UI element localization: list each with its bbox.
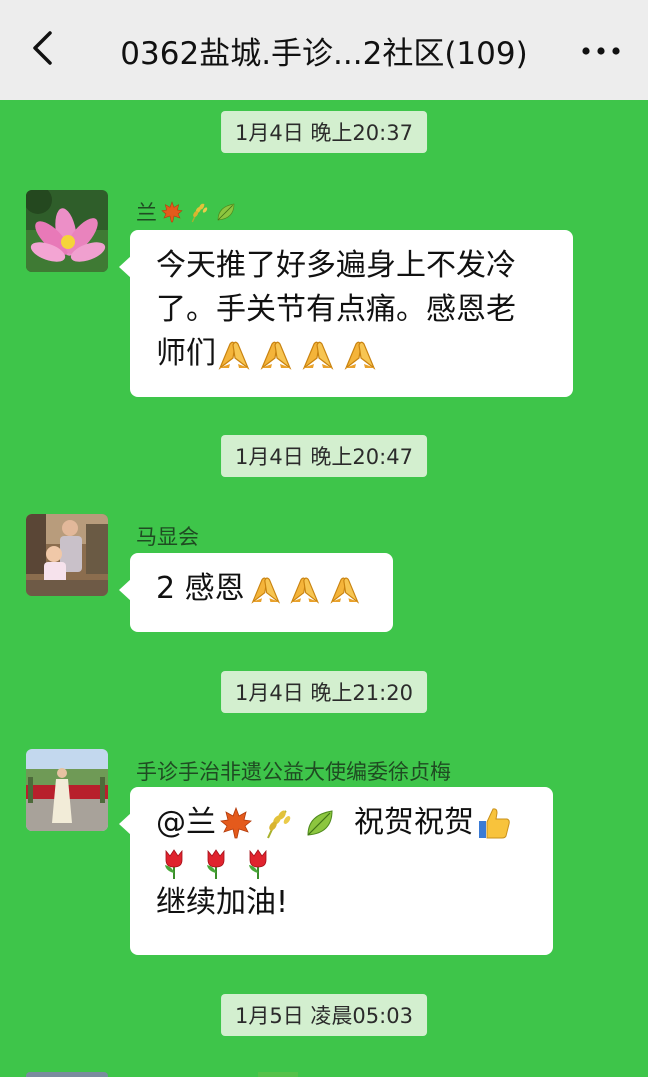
sender-name: 手诊手治非遗公益大使编委徐贞梅 bbox=[136, 760, 451, 784]
message-line: 继续加油! bbox=[156, 885, 289, 920]
pray-hands-icon bbox=[258, 336, 294, 372]
message-line: 了。手关节有点痛。感恩老 bbox=[156, 292, 516, 327]
message-line: 师们 bbox=[156, 332, 547, 376]
tulip-icon bbox=[198, 845, 234, 881]
more-dots-icon bbox=[581, 41, 621, 60]
pray-hands-icon bbox=[249, 571, 282, 607]
more-button[interactable] bbox=[576, 30, 626, 70]
avatar[interactable] bbox=[26, 190, 108, 272]
avatar[interactable] bbox=[26, 514, 108, 596]
message-line bbox=[156, 845, 527, 881]
pray-hands-icon bbox=[342, 336, 378, 372]
chevron-left-icon bbox=[30, 30, 54, 70]
leaf-icon bbox=[214, 200, 238, 224]
avatar[interactable] bbox=[26, 749, 108, 831]
message-text: 2 感恩 bbox=[156, 571, 245, 606]
lotus-avatar bbox=[26, 190, 108, 272]
message-text: 祝贺祝贺 bbox=[354, 805, 474, 840]
timestamp: 1月4日 晚上20:37 bbox=[221, 111, 427, 153]
avatar-partial bbox=[26, 1072, 108, 1077]
message-line: 2 感恩 bbox=[156, 567, 367, 611]
maple-leaf-icon bbox=[160, 200, 184, 224]
sender-name-text: 兰 bbox=[136, 201, 157, 225]
pray-hands-icon bbox=[328, 571, 361, 607]
chat-title: 0362盐城.手诊...2社区(109) bbox=[120, 35, 528, 72]
message-bubble[interactable]: 2 感恩 bbox=[119, 553, 393, 632]
pray-hands-icon bbox=[300, 336, 336, 372]
rice-icon bbox=[187, 200, 211, 224]
maple-leaf-icon bbox=[218, 805, 254, 841]
message-bubble[interactable]: 今天推了好多遍身上不发冷 了。手关节有点痛。感恩老 师们 bbox=[119, 230, 573, 397]
sender-name: 马显会 bbox=[136, 525, 199, 549]
sender-name: 兰 bbox=[136, 197, 238, 227]
tulip-icon bbox=[156, 845, 192, 881]
pray-hands-icon bbox=[288, 571, 321, 607]
mention-text: @兰 bbox=[156, 805, 216, 840]
message-line: @兰 祝贺祝贺 bbox=[156, 801, 527, 845]
message-line: 今天推了好多遍身上不发冷 bbox=[156, 248, 516, 283]
tulip-icon bbox=[240, 845, 276, 881]
timestamp: 1月4日 晚上20:47 bbox=[221, 435, 427, 477]
timestamp: 1月5日 凌晨05:03 bbox=[221, 994, 427, 1036]
timestamp: 1月4日 晚上21:20 bbox=[221, 671, 427, 713]
message-text: 师们 bbox=[156, 336, 216, 371]
rice-icon bbox=[260, 805, 296, 841]
message-partial bbox=[258, 1072, 298, 1077]
thumbs-up-icon bbox=[476, 805, 512, 841]
back-button[interactable] bbox=[22, 28, 62, 72]
garden-photo-avatar bbox=[26, 749, 108, 831]
pray-hands-icon bbox=[216, 336, 252, 372]
family-photo-avatar bbox=[26, 514, 108, 596]
chat-header: 0362盐城.手诊...2社区(109) bbox=[0, 0, 648, 100]
leaf-icon bbox=[302, 805, 338, 841]
message-bubble[interactable]: @兰 祝贺祝贺 继续加油! bbox=[119, 787, 553, 955]
